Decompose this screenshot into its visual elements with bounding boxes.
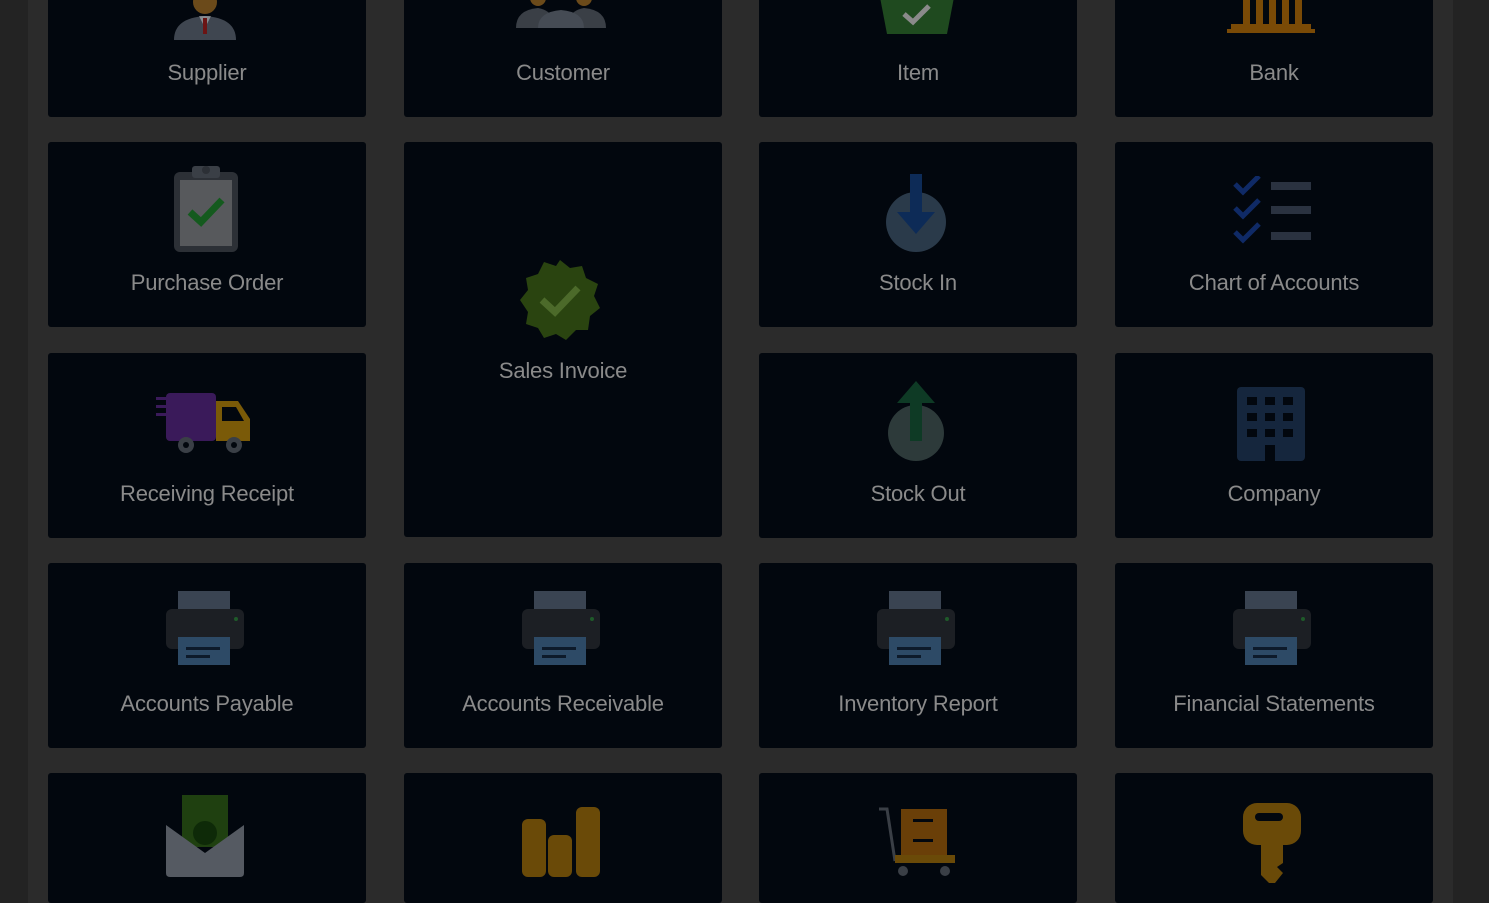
tile-financial-statements[interactable]: Financial Statements bbox=[1115, 563, 1433, 748]
tile-label: Customer bbox=[516, 60, 610, 85]
tile-customer[interactable]: Customer bbox=[404, 0, 722, 117]
tile-label: Chart of Accounts bbox=[1188, 270, 1360, 295]
supplier-person-icon bbox=[172, 0, 238, 40]
tile-row5-col2[interactable] bbox=[404, 773, 722, 903]
verified-badge-icon bbox=[518, 258, 602, 342]
cabinet-cart-icon bbox=[877, 807, 957, 877]
left-gutter bbox=[0, 0, 28, 903]
money-envelope-icon bbox=[164, 795, 246, 877]
tile-label: Stock In bbox=[879, 270, 957, 295]
item-box-check-icon bbox=[879, 0, 955, 36]
printer-icon bbox=[1231, 591, 1313, 667]
tile-company[interactable]: Company bbox=[1115, 353, 1433, 538]
tile-label: Receiving Receipt bbox=[120, 481, 294, 506]
tile-row5-col1[interactable] bbox=[48, 773, 366, 903]
tile-label: Financial Statements bbox=[1173, 691, 1375, 716]
tile-sales-invoice[interactable]: Sales Invoice bbox=[404, 142, 722, 537]
tile-accounts-payable[interactable]: Accounts Payable bbox=[48, 563, 366, 748]
tile-supplier[interactable]: Supplier bbox=[48, 0, 366, 117]
clipboard-check-icon bbox=[174, 164, 238, 252]
delivery-truck-icon bbox=[156, 391, 252, 455]
tile-purchase-order[interactable]: Purchase Order bbox=[48, 142, 366, 327]
tile-chart-of-accounts[interactable]: Chart of Accounts bbox=[1115, 142, 1433, 327]
tile-stock-out[interactable]: Stock Out bbox=[759, 353, 1077, 538]
key-icon bbox=[1241, 801, 1303, 885]
right-gutter bbox=[1453, 0, 1489, 903]
tile-label: Supplier bbox=[167, 60, 247, 85]
coin-stacks-icon bbox=[520, 805, 602, 879]
tile-label: Bank bbox=[1249, 60, 1299, 85]
tile-label: Stock Out bbox=[870, 481, 966, 506]
arrow-down-circle-icon bbox=[885, 174, 947, 254]
tile-stock-in[interactable]: Stock In bbox=[759, 142, 1077, 327]
checklist-icon bbox=[1233, 176, 1313, 248]
tile-label: Accounts Receivable bbox=[462, 691, 664, 716]
tile-receiving-receipt[interactable]: Receiving Receipt bbox=[48, 353, 366, 538]
tile-bank[interactable]: Bank bbox=[1115, 0, 1433, 117]
tile-label: Company bbox=[1227, 481, 1321, 506]
tile-label: Inventory Report bbox=[838, 691, 998, 716]
office-building-icon bbox=[1235, 385, 1307, 463]
arrow-up-circle-icon bbox=[885, 381, 947, 465]
customer-group-icon bbox=[516, 0, 606, 30]
bank-building-icon bbox=[1225, 0, 1317, 34]
tile-label: Accounts Payable bbox=[120, 691, 294, 716]
tile-item[interactable]: Item bbox=[759, 0, 1077, 117]
printer-icon bbox=[520, 591, 602, 667]
tile-row5-col4[interactable] bbox=[1115, 773, 1433, 903]
tile-accounts-receivable[interactable]: Accounts Receivable bbox=[404, 563, 722, 748]
printer-icon bbox=[875, 591, 957, 667]
tile-label: Item bbox=[897, 60, 939, 85]
printer-icon bbox=[164, 591, 246, 667]
tile-inventory-report[interactable]: Inventory Report bbox=[759, 563, 1077, 748]
tile-row5-col3[interactable] bbox=[759, 773, 1077, 903]
tile-label: Purchase Order bbox=[130, 270, 284, 295]
tile-label: Sales Invoice bbox=[498, 358, 628, 383]
